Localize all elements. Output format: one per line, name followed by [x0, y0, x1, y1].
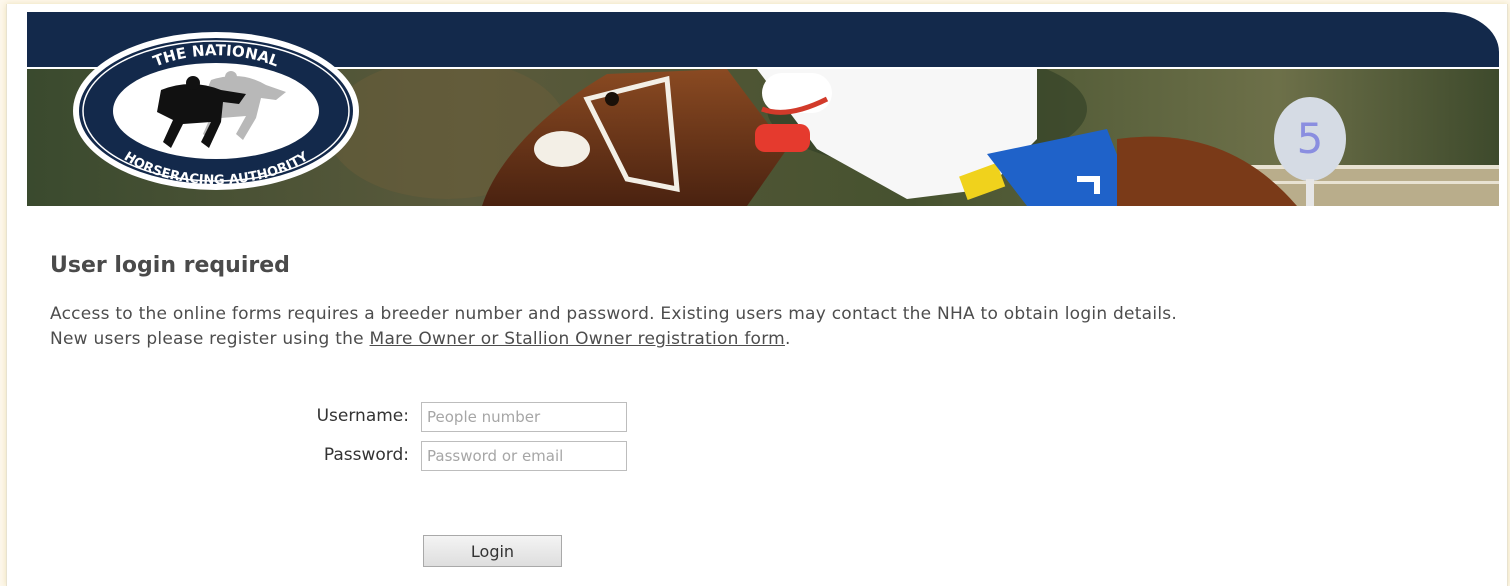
- page-title: User login required: [50, 253, 290, 278]
- username-label: Username:: [316, 406, 409, 426]
- intro-line-2-prefix: New users please register using the: [50, 329, 370, 349]
- intro-line-2: New users please register using the Mare…: [50, 327, 1350, 352]
- password-input[interactable]: [421, 441, 627, 471]
- marker-post-number: 5: [1297, 114, 1324, 163]
- password-row: Password:: [7, 441, 707, 473]
- intro-line-1: Access to the online forms requires a br…: [50, 304, 1178, 324]
- registration-form-link[interactable]: Mare Owner or Stallion Owner registratio…: [370, 329, 785, 349]
- username-row: Username:: [7, 402, 707, 434]
- username-input[interactable]: [421, 402, 627, 432]
- intro-text: Access to the online forms requires a br…: [50, 302, 1350, 352]
- page-container: 5 THE NATIONAL HORSERACING AUTHORITY Use…: [6, 4, 1508, 586]
- intro-line-2-suffix: .: [784, 329, 791, 349]
- nha-logo: THE NATIONAL HORSERACING AUTHORITY: [71, 30, 361, 192]
- password-label: Password:: [323, 445, 409, 465]
- login-button[interactable]: Login: [423, 535, 562, 567]
